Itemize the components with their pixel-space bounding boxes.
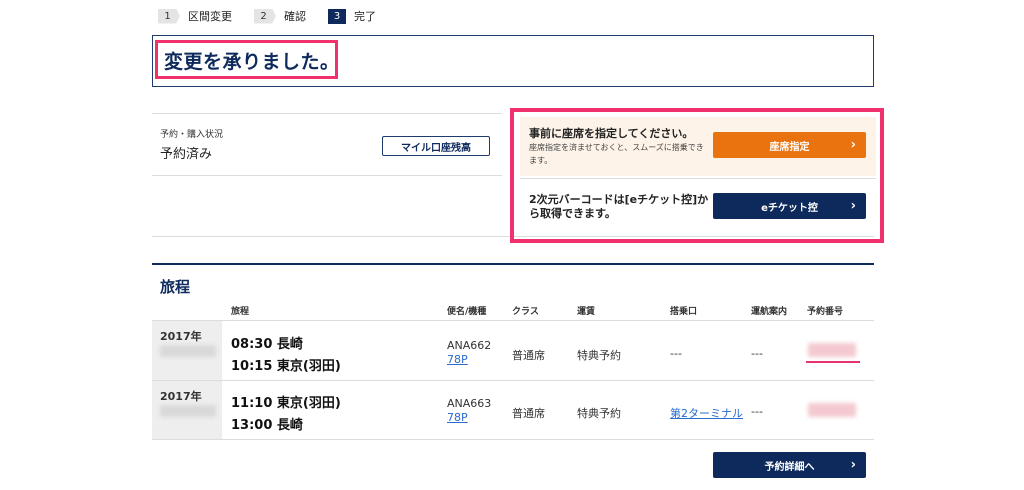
divider (520, 178, 876, 179)
step-number: 1 (158, 8, 180, 24)
flight-number: ANA663 (447, 397, 492, 410)
arrival: 13:00 長崎 (231, 418, 303, 433)
departure: 08:30 長崎 (231, 337, 303, 352)
divider (152, 380, 874, 381)
seat-promo-subtitle: 座席指定を済ませておくと、スムーズに搭乗できます。 (529, 143, 704, 165)
chevron-right-icon: › (850, 457, 856, 473)
divider (152, 439, 874, 440)
header-itinerary: 旅程 (231, 307, 250, 317)
divider (152, 113, 502, 114)
step-2: 2 確認 (254, 8, 306, 24)
reservation-detail-label: 予約詳細へ (764, 461, 815, 473)
aircraft-link[interactable]: 78P (447, 411, 468, 424)
reservation-detail-button[interactable]: 予約詳細へ › (713, 452, 866, 478)
reservation-underline (806, 361, 860, 363)
divider (152, 320, 874, 321)
itinerary-title: 旅程 (160, 278, 191, 296)
step-label: 確認 (284, 10, 306, 23)
step-label: 区間変更 (188, 10, 232, 23)
seat-select-label: 座席指定 (769, 141, 810, 153)
class-cell: 普通席 (512, 407, 545, 420)
redacted-date (160, 405, 216, 417)
redacted-reservation (808, 403, 856, 417)
header-info: 運航案内 (751, 307, 788, 317)
chevron-right-icon: › (850, 137, 856, 153)
divider (152, 175, 502, 176)
seat-select-button[interactable]: 座席指定 › (713, 132, 866, 158)
info-cell: --- (751, 347, 763, 360)
gate-link[interactable]: 第2ターミナル (670, 405, 743, 421)
mile-balance-button[interactable]: マイル口座残高 (382, 136, 490, 156)
header-fare: 運賃 (577, 307, 596, 317)
redacted-reservation (808, 343, 856, 357)
step-1: 1 区間変更 (158, 8, 232, 24)
gate-cell: --- (670, 347, 682, 360)
chevron-right-icon: › (850, 198, 856, 214)
header-reservation: 予約番号 (807, 307, 844, 317)
redacted-date (160, 345, 216, 357)
row-year: 2017年 (160, 330, 202, 343)
header-flight: 便名/機種 (447, 307, 487, 317)
step-number-active: 3 (328, 8, 346, 24)
progress-stepper: 1 区間変更 2 確認 3 完了 (158, 8, 398, 24)
arrival: 10:15 東京(羽田) (231, 359, 341, 374)
step-label: 完了 (354, 10, 376, 23)
status-label: 予約・購入状況 (160, 130, 224, 140)
class-cell: 普通席 (512, 349, 545, 362)
departure: 11:10 東京(羽田) (231, 396, 341, 411)
page-title: 変更を承りました。 (164, 51, 340, 73)
row-year: 2017年 (160, 390, 202, 403)
step-3: 3 完了 (328, 8, 376, 24)
seat-promo-title: 事前に座席を指定してください。 (529, 127, 694, 140)
info-cell: --- (751, 405, 763, 418)
eticket-promo-title: 2次元バーコードは[eチケット控]から取得できます。 (529, 193, 709, 220)
fare-cell: 特典予約 (577, 349, 621, 362)
eticket-label: eチケット控 (761, 202, 818, 214)
step-number: 2 (254, 8, 276, 24)
section-rule (152, 263, 874, 265)
eticket-button[interactable]: eチケット控 › (713, 193, 866, 219)
header-class: クラス (512, 307, 539, 317)
status-value: 予約済み (160, 147, 213, 162)
aircraft-link[interactable]: 78P (447, 353, 468, 366)
fare-cell: 特典予約 (577, 407, 621, 420)
header-gate: 搭乗口 (670, 307, 698, 317)
flight-number: ANA662 (447, 339, 492, 352)
